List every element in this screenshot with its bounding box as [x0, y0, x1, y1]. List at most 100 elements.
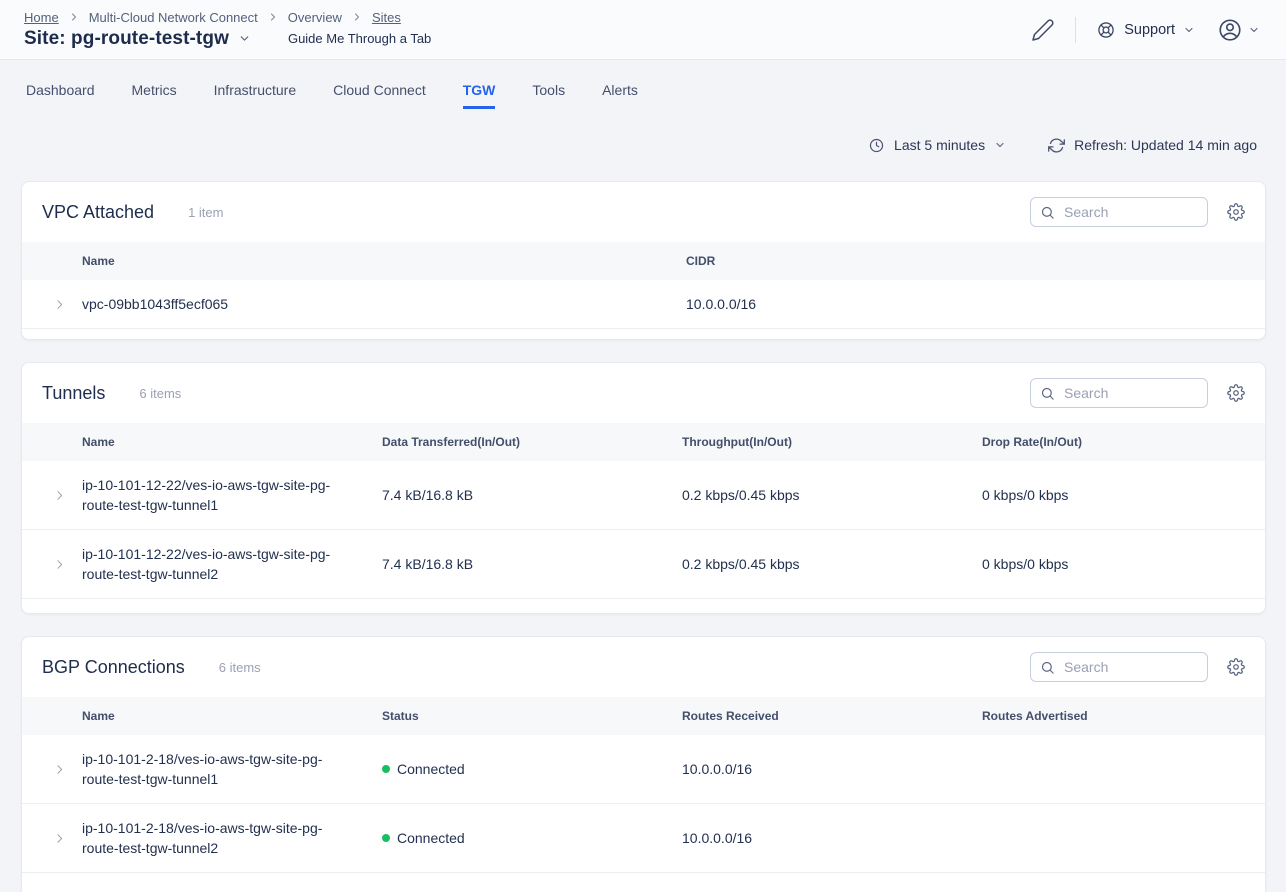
app-root: Home Multi-Cloud Network Connect Overvie…	[0, 0, 1286, 892]
vpc-cidr: 10.0.0.0/16	[686, 296, 1265, 312]
bgp-table: Name Status Routes Received Routes Adver…	[22, 697, 1265, 892]
tab-tgw[interactable]: TGW	[463, 70, 496, 109]
chevron-down-icon	[1183, 24, 1195, 36]
search-icon	[1040, 386, 1055, 401]
item-count-badge: 1 item	[188, 205, 223, 220]
item-count-badge: 6 items	[139, 386, 181, 401]
tab-alerts[interactable]: Alerts	[602, 70, 638, 109]
expand-row-chevron-right-icon[interactable]	[53, 489, 66, 502]
expand-row-chevron-right-icon[interactable]	[53, 298, 66, 311]
page-title: Site: pg-route-test-tgw	[24, 28, 229, 50]
gear-icon[interactable]	[1227, 384, 1245, 402]
status-label: Connected	[397, 830, 465, 846]
tunnel-throughput: 0.2 kbps/0.45 kbps	[682, 556, 982, 572]
table-header-row: Name CIDR	[22, 242, 1265, 280]
table-row[interactable]: ip-10-101-2-18/ves-io-aws-tgw-site-pg-ro…	[22, 804, 1265, 873]
search-box	[1030, 197, 1208, 227]
card-header: BGP Connections 6 items	[22, 637, 1265, 697]
column-header-data-transferred: Data Transferred(In/Out)	[382, 435, 682, 449]
breadcrumb-multi-cloud-network-connect[interactable]: Multi-Cloud Network Connect	[89, 10, 258, 25]
header-right: Support	[1031, 17, 1260, 43]
table-row[interactable]: ip-10-101-2-18/ves-io-aws-tgw-site-pg-ro…	[22, 735, 1265, 804]
table-row[interactable]: ip-10-101-12-22/ves-io-aws-tgw-site-pg-r…	[22, 461, 1265, 530]
bgp-name: ip-10-101-2-18/ves-io-aws-tgw-site-pg-ro…	[82, 743, 382, 795]
card-title: VPC Attached	[42, 202, 154, 223]
time-toolbar: Last 5 minutes Refresh: Updated 14 min a…	[0, 125, 1257, 165]
clock-icon	[868, 137, 885, 154]
search-input[interactable]	[1062, 203, 1198, 221]
column-header-cidr: CIDR	[686, 254, 1265, 268]
vpc-name: vpc-09bb1043ff5ecf065	[82, 288, 686, 320]
bgp-name: ip-10-101-2-18/ves-io-aws-tgw-site-pg-ro…	[82, 812, 382, 864]
edit-pencil-icon[interactable]	[1031, 18, 1055, 42]
user-avatar-icon	[1217, 17, 1243, 43]
chevron-right-icon	[267, 11, 279, 23]
chevron-down-icon	[1248, 24, 1260, 36]
status-dot-green	[382, 765, 390, 773]
bgp-status: Connected	[382, 761, 682, 777]
bgp-connections-card: BGP Connections 6 items Name Status Rout…	[21, 636, 1266, 892]
time-range-picker[interactable]: Last 5 minutes	[868, 137, 1006, 154]
search-input[interactable]	[1062, 384, 1198, 402]
support-label: Support	[1124, 22, 1175, 38]
status-label: Connected	[397, 761, 465, 777]
status-dot-green	[382, 834, 390, 842]
vpc-table: Name CIDR vpc-09bb1043ff5ecf065 10.0.0.0…	[22, 242, 1265, 339]
column-header-status: Status	[382, 709, 682, 723]
guide-me-button[interactable]: Guide Me Through a Tab	[288, 31, 431, 46]
tunnel-drop-rate: 0 kbps/0 kbps	[982, 487, 1265, 503]
expand-row-chevron-right-icon[interactable]	[53, 558, 66, 571]
card-title: BGP Connections	[42, 657, 185, 678]
tab-cloud-connect[interactable]: Cloud Connect	[333, 70, 426, 109]
search-input[interactable]	[1062, 658, 1198, 676]
tab-bar: Dashboard Metrics Infrastructure Cloud C…	[0, 60, 1286, 118]
support-menu[interactable]: Support	[1096, 20, 1195, 40]
tab-tools[interactable]: Tools	[532, 70, 565, 109]
column-header-name: Name	[82, 254, 686, 268]
account-menu[interactable]	[1217, 17, 1260, 43]
search-icon	[1040, 660, 1055, 675]
expand-row-chevron-right-icon[interactable]	[53, 832, 66, 845]
bgp-routes-received: 10.0.0.0/16	[682, 830, 982, 846]
card-header: VPC Attached 1 item	[22, 182, 1265, 242]
tunnel-drop-rate: 0 kbps/0 kbps	[982, 556, 1265, 572]
column-header-name: Name	[82, 709, 382, 723]
gear-icon[interactable]	[1227, 203, 1245, 221]
table-row[interactable]: vpc-09bb1043ff5ecf065 10.0.0.0/16	[22, 280, 1265, 329]
table-row[interactable]: ip-10-101-12-22/ves-io-aws-tgw-site-pg-r…	[22, 530, 1265, 599]
column-header-routes-received: Routes Received	[682, 709, 982, 723]
gear-icon[interactable]	[1227, 658, 1245, 676]
breadcrumb-home[interactable]: Home	[24, 10, 59, 25]
tab-metrics[interactable]: Metrics	[132, 70, 177, 109]
tunnels-table: Name Data Transferred(In/Out) Throughput…	[22, 423, 1265, 613]
site-switcher-chevron-down-icon[interactable]	[238, 32, 251, 45]
chevron-right-icon	[351, 11, 363, 23]
support-lifebuoy-icon	[1096, 20, 1116, 40]
breadcrumb-sites[interactable]: Sites	[372, 10, 401, 25]
header-divider	[1075, 17, 1076, 43]
refresh-button[interactable]: Refresh: Updated 14 min ago	[1048, 137, 1257, 154]
expand-row-chevron-right-icon[interactable]	[53, 763, 66, 776]
column-header-throughput: Throughput(In/Out)	[682, 435, 982, 449]
column-header-routes-advertised: Routes Advertised	[982, 709, 1265, 723]
tunnel-name: ip-10-101-12-22/ves-io-aws-tgw-site-pg-r…	[82, 469, 382, 521]
chevron-right-icon	[68, 11, 80, 23]
table-row-partially-visible[interactable]: ip-10-101-12-22/ves-io-aws-tgw-site-pg- …	[22, 873, 1265, 892]
page-header: Home Multi-Cloud Network Connect Overvie…	[0, 0, 1286, 60]
table-header-row: Name Status Routes Received Routes Adver…	[22, 697, 1265, 735]
tunnel-data-transferred: 7.4 kB/16.8 kB	[382, 487, 682, 503]
search-box	[1030, 378, 1208, 408]
breadcrumb-overview[interactable]: Overview	[288, 10, 342, 25]
tab-infrastructure[interactable]: Infrastructure	[214, 70, 296, 109]
tab-dashboard[interactable]: Dashboard	[26, 70, 95, 109]
column-header-drop-rate: Drop Rate(In/Out)	[982, 435, 1265, 449]
item-count-badge: 6 items	[219, 660, 261, 675]
tunnel-data-transferred: 7.4 kB/16.8 kB	[382, 556, 682, 572]
card-title: Tunnels	[42, 383, 105, 404]
bgp-routes-received: 10.0.0.0/16	[682, 761, 982, 777]
tunnels-card: Tunnels 6 items Name Data Transferred(In…	[21, 362, 1266, 614]
tunnel-name: ip-10-101-12-22/ves-io-aws-tgw-site-pg-r…	[82, 538, 382, 590]
vpc-attached-card: VPC Attached 1 item Name CIDR	[21, 181, 1266, 340]
refresh-status-label: Refresh: Updated 14 min ago	[1074, 137, 1257, 153]
time-range-label: Last 5 minutes	[894, 137, 985, 153]
